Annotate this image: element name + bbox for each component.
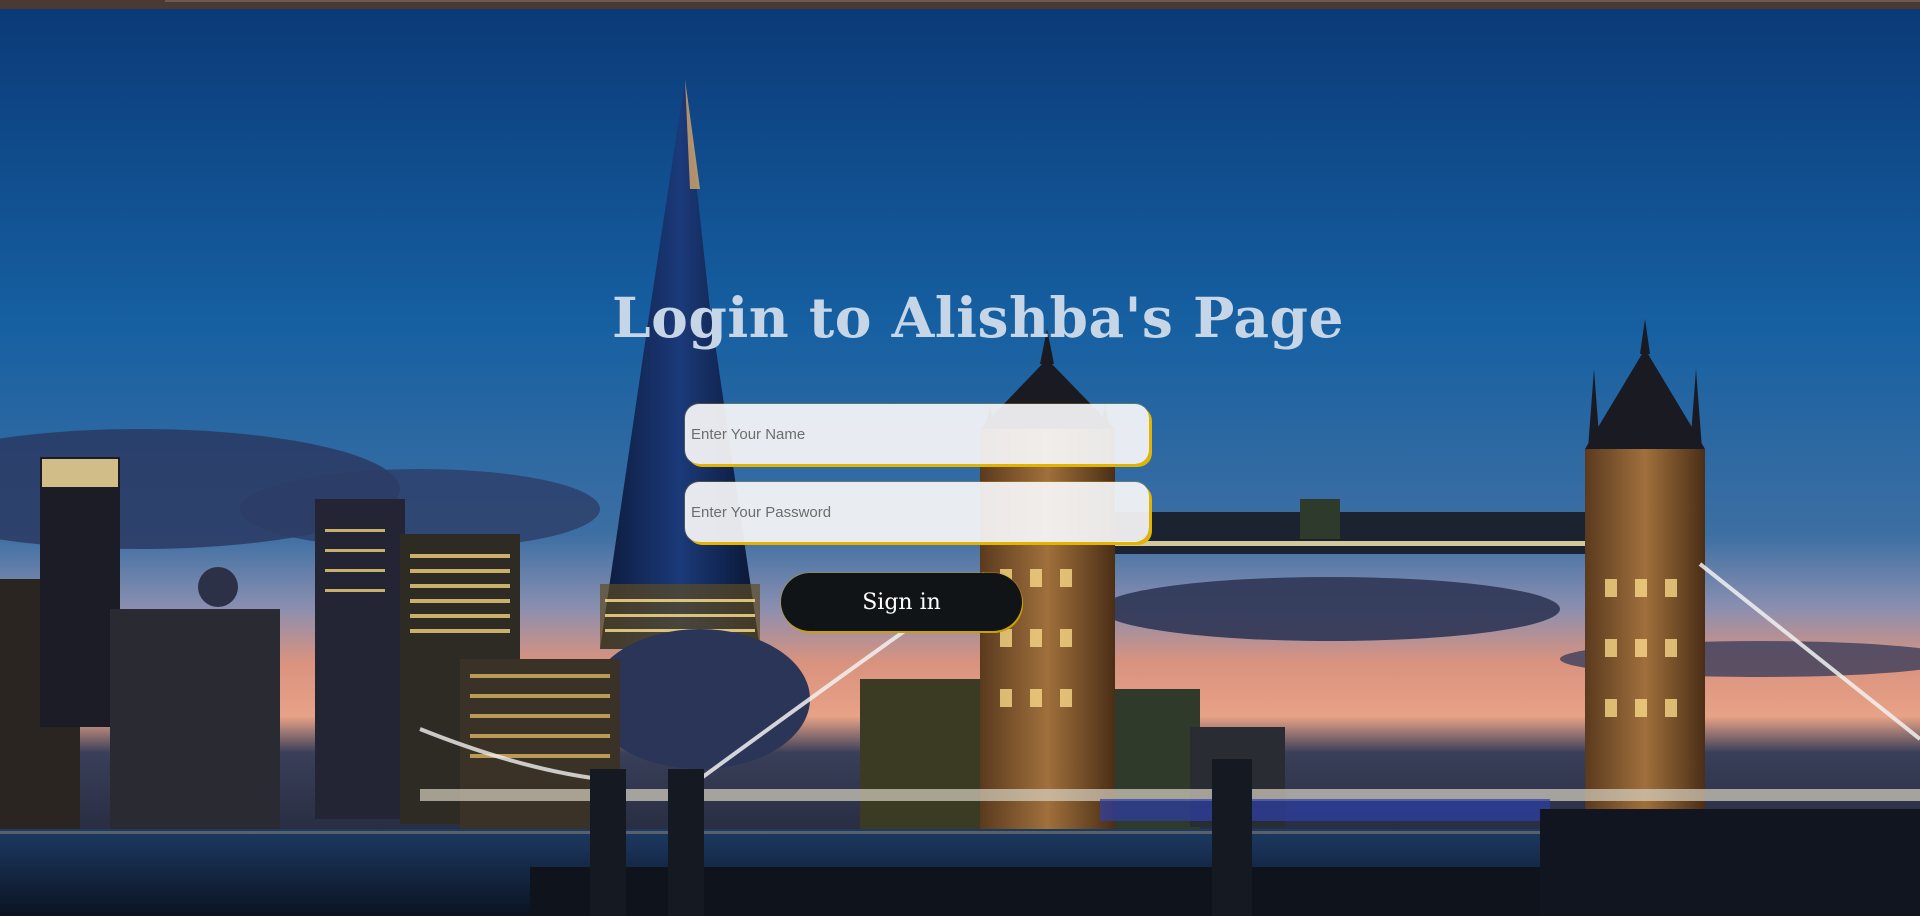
password-input[interactable] — [685, 482, 1149, 542]
name-input[interactable] — [685, 404, 1149, 464]
sign-in-button[interactable]: Sign in — [781, 573, 1022, 631]
top-bar — [0, 0, 1920, 9]
page-title: Login to Alishba's Page — [612, 285, 1345, 350]
login-panel: Login to Alishba's Page Sign in — [0, 0, 1920, 916]
